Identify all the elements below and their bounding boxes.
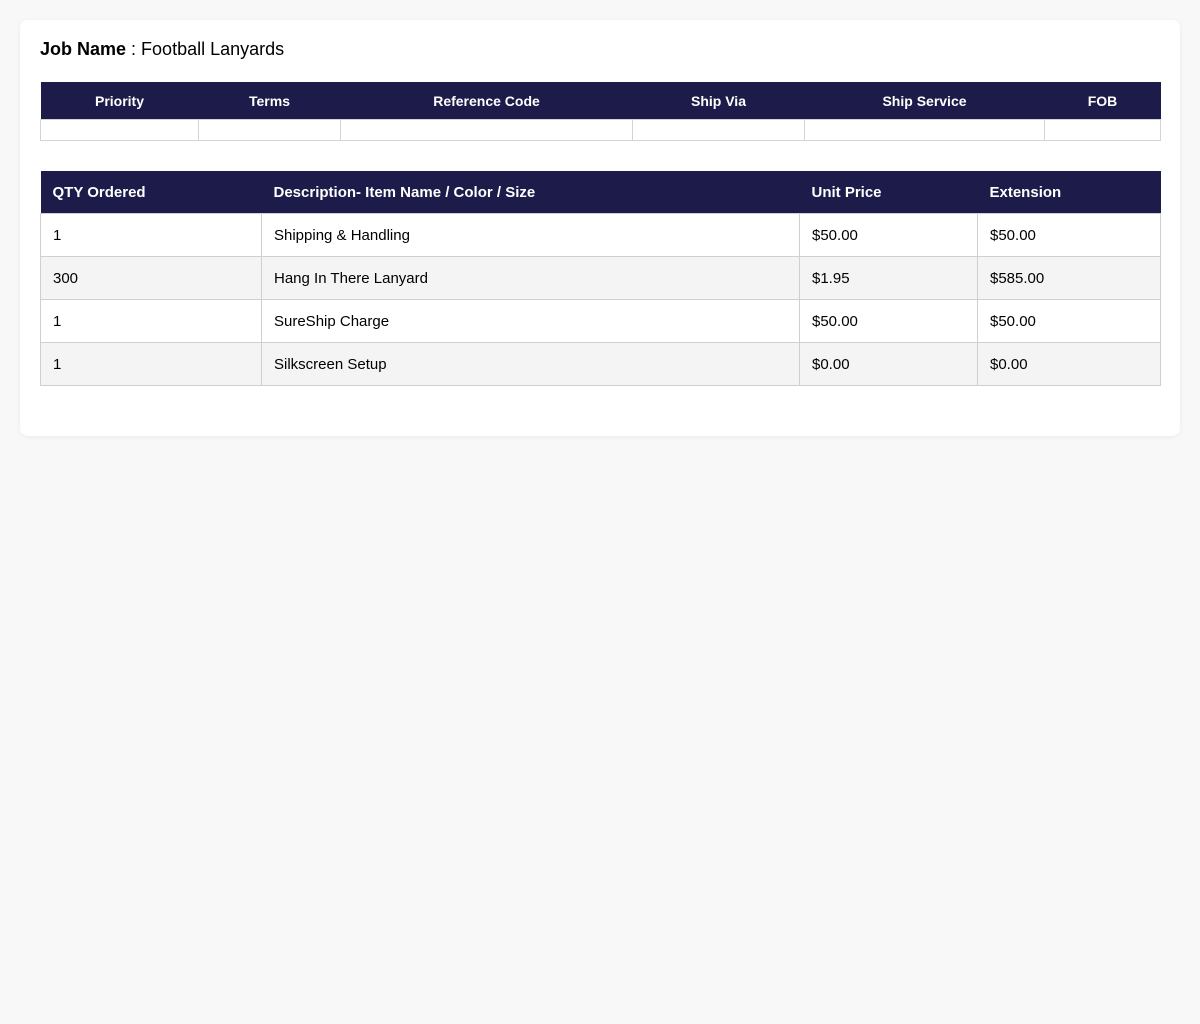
items-header-unit-price: Unit Price — [799, 171, 978, 214]
cell-unit-price: $50.00 — [799, 213, 978, 257]
cell-unit-price: $50.00 — [799, 299, 978, 343]
meta-header-ship-via: Ship Via — [632, 82, 805, 120]
meta-header-ship-service: Ship Service — [804, 82, 1045, 120]
order-meta-table: Priority Terms Reference Code Ship Via S… — [40, 82, 1161, 141]
items-header-row: QTY Ordered Description- Item Name / Col… — [40, 171, 1161, 214]
cell-extension: $0.00 — [977, 342, 1161, 386]
cell-unit-price: $1.95 — [799, 256, 978, 300]
cell-qty: 1 — [40, 213, 262, 257]
cell-extension: $50.00 — [977, 299, 1161, 343]
cell-extension: $585.00 — [977, 256, 1161, 300]
job-name-label: Job Name — [40, 39, 127, 59]
cell-description: Silkscreen Setup — [261, 342, 800, 386]
job-name-line: Job Name : Football Lanyards — [40, 38, 284, 60]
cell-unit-price: $0.00 — [799, 342, 978, 386]
items-header-qty: QTY Ordered — [40, 171, 262, 214]
meta-header-fob: FOB — [1044, 82, 1161, 120]
meta-value-reference-code — [340, 119, 633, 141]
meta-value-terms — [198, 119, 341, 141]
meta-value-fob — [1044, 119, 1161, 141]
items-header-extension: Extension — [977, 171, 1161, 214]
meta-value-priority — [40, 119, 199, 141]
meta-value-row — [40, 119, 1161, 141]
cell-description: SureShip Charge — [261, 299, 800, 343]
line-items-table: QTY Ordered Description- Item Name / Col… — [40, 171, 1161, 386]
job-name-value: Football Lanyards — [141, 39, 285, 59]
meta-header-terms: Terms — [198, 82, 341, 120]
cell-qty: 300 — [40, 256, 262, 300]
cell-qty: 1 — [40, 299, 262, 343]
order-card: Job Name : Football Lanyards Priority Te… — [20, 20, 1180, 436]
meta-header-priority: Priority — [40, 82, 199, 120]
table-row: 300 Hang In There Lanyard $1.95 $585.00 — [40, 256, 1161, 300]
table-row: 1 Shipping & Handling $50.00 $50.00 — [40, 213, 1161, 257]
meta-header-reference-code: Reference Code — [340, 82, 633, 120]
job-name-separator: : — [126, 39, 142, 59]
meta-header-row: Priority Terms Reference Code Ship Via S… — [40, 82, 1161, 120]
table-row: 1 Silkscreen Setup $0.00 $0.00 — [40, 342, 1161, 386]
items-header-description: Description- Item Name / Color / Size — [261, 171, 800, 214]
meta-value-ship-service — [804, 119, 1045, 141]
table-row: 1 SureShip Charge $50.00 $50.00 — [40, 299, 1161, 343]
meta-value-ship-via — [632, 119, 805, 141]
cell-extension: $50.00 — [977, 213, 1161, 257]
cell-qty: 1 — [40, 342, 262, 386]
cell-description: Shipping & Handling — [261, 213, 800, 257]
cell-description: Hang In There Lanyard — [261, 256, 800, 300]
